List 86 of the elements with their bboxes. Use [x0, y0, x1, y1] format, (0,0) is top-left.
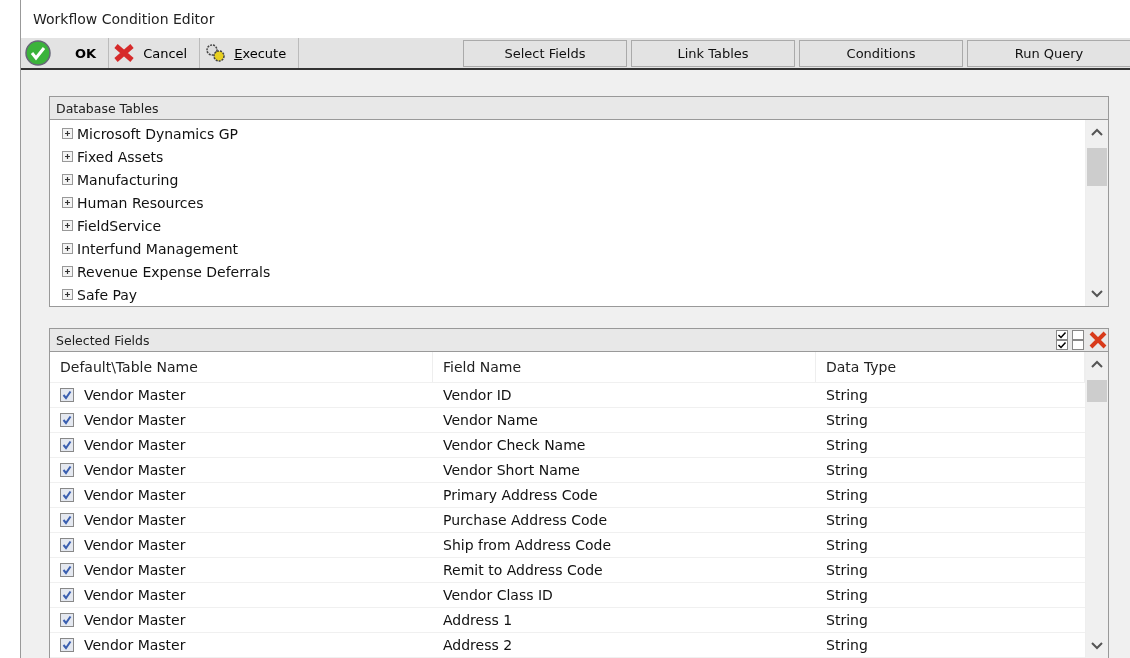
- window-title: Workflow Condition Editor: [33, 11, 215, 27]
- tab[interactable]: Conditions: [799, 39, 963, 67]
- checkbox[interactable]: [60, 388, 74, 402]
- table-cell: Address 1: [443, 612, 513, 628]
- table-cell: Vendor ID: [443, 387, 512, 403]
- table-cell: Purchase Address Code: [443, 512, 608, 528]
- checkmark-icon: [25, 40, 51, 66]
- tab[interactable]: Link Tables: [631, 39, 795, 67]
- scroll-up-icon[interactable]: [1091, 128, 1103, 136]
- tree-item[interactable]: Human Resources: [77, 194, 204, 211]
- table-cell: Primary Address Code: [443, 487, 598, 503]
- tree-item[interactable]: FieldService: [77, 217, 162, 234]
- scroll-down-icon[interactable]: [1091, 290, 1103, 298]
- table-cell: String: [826, 487, 868, 503]
- scroll-down-icon[interactable]: [1091, 642, 1103, 650]
- table-cell: Vendor Master: [84, 587, 186, 603]
- expand-icon[interactable]: [62, 243, 73, 254]
- checkbox[interactable]: [60, 488, 74, 502]
- panel-title: Database Tables: [56, 100, 159, 116]
- table-cell: String: [826, 462, 868, 478]
- checkbox[interactable]: [60, 438, 74, 452]
- execute-button[interactable]: Execute: [200, 38, 300, 68]
- table-cell: Vendor Master: [84, 612, 186, 628]
- table-cell: Vendor Master: [84, 412, 186, 428]
- table-cell: Vendor Master: [84, 637, 186, 653]
- tab[interactable]: Run Query: [967, 39, 1130, 67]
- expand-icon[interactable]: [62, 151, 73, 162]
- checkbox[interactable]: [60, 613, 74, 627]
- tree-item[interactable]: Microsoft Dynamics GP: [77, 125, 238, 142]
- table-cell: Remit to Address Code: [443, 562, 603, 578]
- expand-icon[interactable]: [62, 128, 73, 139]
- tree-item[interactable]: Interfund Management: [77, 240, 239, 257]
- scrollbar-thumb[interactable]: [1087, 148, 1107, 186]
- table-cell: Vendor Master: [84, 537, 186, 553]
- tree-item[interactable]: Revenue Expense Deferrals: [77, 263, 271, 280]
- table-cell: String: [826, 562, 868, 578]
- cancel-button[interactable]: Cancel: [109, 38, 201, 68]
- tree-item[interactable]: Safe Pay: [77, 286, 138, 303]
- table-cell: Vendor Master: [84, 562, 186, 578]
- table-cell: Vendor Master: [84, 462, 186, 478]
- panel-title: Selected Fields: [56, 332, 150, 348]
- expand-icon[interactable]: [62, 220, 73, 231]
- table-cell: Vendor Short Name: [443, 462, 580, 478]
- close-icon: [113, 43, 136, 63]
- checkbox[interactable]: [60, 538, 74, 552]
- gears-icon: [204, 43, 227, 63]
- table-cell: Vendor Master: [84, 387, 186, 403]
- scrollbar[interactable]: [1085, 352, 1108, 658]
- table-cell: String: [826, 387, 868, 403]
- table-cell: String: [826, 587, 868, 603]
- expand-icon[interactable]: [62, 266, 73, 277]
- uncheck-all-icon[interactable]: [1072, 330, 1084, 350]
- table-cell: Vendor Master: [84, 487, 186, 503]
- expand-icon[interactable]: [62, 289, 73, 300]
- table-cell: Vendor Name: [443, 412, 538, 428]
- checkbox[interactable]: [60, 413, 74, 427]
- table-cell: String: [826, 612, 868, 628]
- scrollbar-thumb[interactable]: [1087, 380, 1107, 402]
- ok-button[interactable]: OK: [21, 38, 110, 68]
- checkbox[interactable]: [60, 563, 74, 577]
- expand-icon[interactable]: [62, 174, 73, 185]
- checkbox[interactable]: [60, 463, 74, 477]
- table-cell: String: [826, 412, 868, 428]
- table-cell: String: [826, 537, 868, 553]
- check-all-icon[interactable]: [1056, 330, 1068, 350]
- checkbox[interactable]: [60, 638, 74, 652]
- tree-item[interactable]: Fixed Assets: [77, 148, 164, 165]
- table-cell: String: [826, 437, 868, 453]
- column-header[interactable]: Default\Table Name: [50, 352, 433, 382]
- scrollbar[interactable]: [1085, 120, 1108, 306]
- column-header[interactable]: Field Name: [433, 352, 816, 382]
- table-cell: Vendor Check Name: [443, 437, 586, 453]
- expand-icon[interactable]: [62, 197, 73, 208]
- table-cell: Address 2: [443, 637, 513, 653]
- table-cell: Vendor Class ID: [443, 587, 553, 603]
- table-cell: Vendor Master: [84, 437, 186, 453]
- checkbox[interactable]: [60, 588, 74, 602]
- tree-item[interactable]: Manufacturing: [77, 171, 179, 188]
- table-cell: String: [826, 512, 868, 528]
- checkbox[interactable]: [60, 513, 74, 527]
- table-cell: Vendor Master: [84, 512, 186, 528]
- table-cell: Ship from Address Code: [443, 537, 612, 553]
- scroll-up-icon[interactable]: [1091, 360, 1103, 368]
- delete-icon[interactable]: [1088, 330, 1108, 350]
- table-cell: String: [826, 637, 868, 653]
- tab[interactable]: Select Fields: [463, 39, 627, 67]
